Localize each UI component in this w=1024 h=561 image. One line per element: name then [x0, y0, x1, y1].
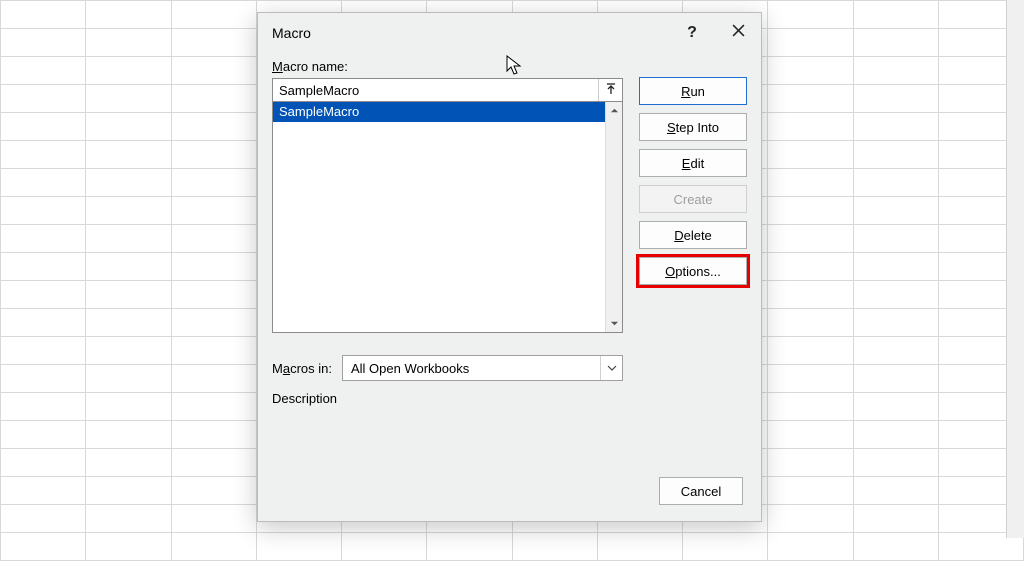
macro-list-scrollbar[interactable] [605, 102, 622, 332]
macro-name-goto-button[interactable] [598, 79, 622, 101]
help-button[interactable]: ? [669, 15, 715, 51]
upload-icon [605, 83, 617, 98]
run-button[interactable]: Run [639, 77, 747, 105]
help-icon: ? [687, 24, 697, 42]
step-into-button[interactable]: Step Into [639, 113, 747, 141]
sheet-vertical-scrollbar[interactable] [1006, 0, 1024, 538]
close-button[interactable] [715, 15, 761, 51]
delete-button[interactable]: Delete [639, 221, 747, 249]
dialog-titlebar[interactable]: Macro ? [258, 13, 761, 53]
macro-dialog: Macro ? Macro name: [257, 12, 762, 522]
macros-in-value: All Open Workbooks [343, 361, 600, 376]
macro-list: SampleMacro [272, 101, 623, 333]
chevron-down-icon [600, 356, 622, 380]
scroll-up-icon[interactable] [606, 102, 622, 119]
macro-name-label: Macro name: [272, 59, 623, 74]
close-icon [732, 24, 745, 42]
options-button[interactable]: Options... [639, 257, 747, 285]
macro-list-item[interactable]: SampleMacro [273, 102, 605, 122]
cancel-button[interactable]: Cancel [659, 477, 743, 505]
macro-name-row [272, 78, 623, 102]
macros-in-label: Macros in: [272, 361, 332, 376]
description-label: Description [272, 391, 623, 406]
edit-button[interactable]: Edit [639, 149, 747, 177]
macro-list-items[interactable]: SampleMacro [273, 102, 605, 332]
scroll-down-icon[interactable] [606, 315, 622, 332]
create-button: Create [639, 185, 747, 213]
macros-in-select[interactable]: All Open Workbooks [342, 355, 623, 381]
dialog-title: Macro [272, 25, 311, 41]
macro-name-input[interactable] [273, 79, 598, 101]
